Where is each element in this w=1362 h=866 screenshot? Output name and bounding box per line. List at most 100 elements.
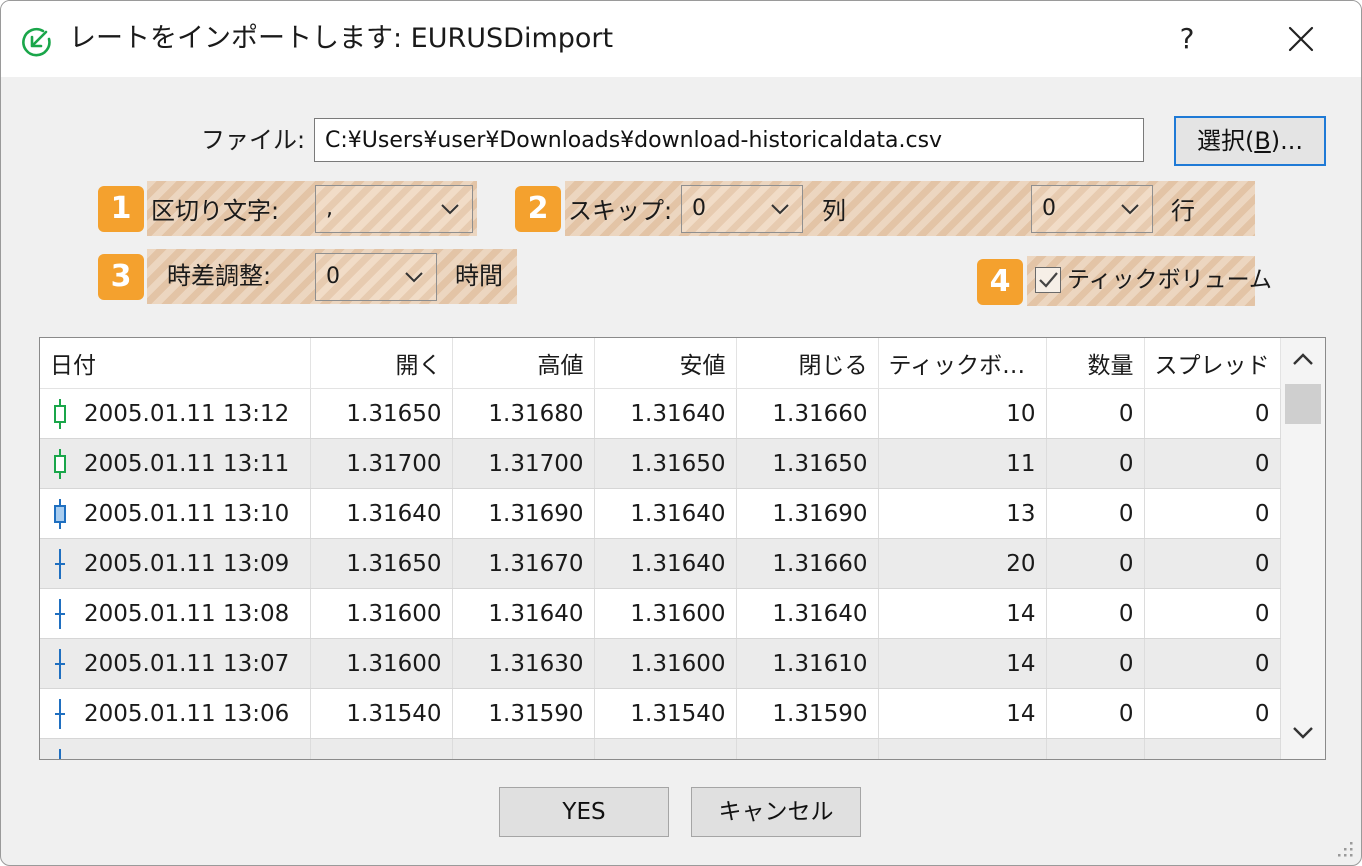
tick-volume-label: ティックボリューム: [1067, 267, 1272, 293]
cancel-button[interactable]: キャンセル: [691, 787, 861, 837]
table-row-partial[interactable]: [40, 738, 1281, 759]
preview-table[interactable]: 日付 開く 高値 安値 閉じる ティックボリ… 数量 スプレッド 2005.01…: [39, 337, 1326, 760]
time-offset-combo[interactable]: 0: [315, 253, 437, 301]
table-row[interactable]: 2005.01.11 13:12 1.31650 1.31680 1.31640…: [40, 388, 1281, 439]
delimiter-label: 区切り文字:: [151, 197, 280, 225]
window-title: レートをインポートします: EURUSDimport: [69, 23, 614, 54]
table-row[interactable]: 2005.01.11 13:09 1.31650 1.31670 1.31640…: [40, 538, 1281, 589]
row-tick-volume: 14: [878, 588, 1047, 639]
badge-3: 3: [98, 254, 144, 300]
row-open: 1.31650: [310, 538, 453, 589]
row-volume: 0: [1046, 538, 1145, 589]
row-spread: 0: [1144, 688, 1281, 739]
row-high: 1.31690: [452, 488, 595, 539]
title-bar: レートをインポートします: EURUSDimport ?: [1, 1, 1361, 77]
row-high: 1.31670: [452, 538, 595, 589]
row-date: 2005.01.11 13:08: [84, 600, 290, 627]
row-close: 1.31590: [736, 688, 879, 739]
row-high: 1.31630: [452, 638, 595, 689]
row-volume: 0: [1046, 488, 1145, 539]
skip-rows-unit: 行: [1171, 197, 1195, 225]
row-spread: 0: [1144, 638, 1281, 689]
preview-grid: 日付 開く 高値 安値 閉じる ティックボリ… 数量 スプレッド 2005.01…: [40, 338, 1281, 759]
delimiter-combo[interactable]: ,: [315, 185, 473, 233]
row-open: 1.31600: [310, 588, 453, 639]
row-tick-volume: 13: [878, 488, 1047, 539]
row-tick-volume: 14: [878, 688, 1047, 739]
table-header-row: 日付 開く 高値 安値 閉じる ティックボリ… 数量 スプレッド: [40, 338, 1281, 389]
chevron-down-icon: [1121, 204, 1139, 215]
browse-label: 選択(: [1196, 127, 1255, 155]
column-header-volume[interactable]: 数量: [1046, 338, 1145, 389]
browse-button[interactable]: 選択(B)...: [1174, 116, 1326, 166]
file-label: ファイル:: [201, 126, 306, 154]
row-low: 1.31600: [594, 638, 737, 689]
close-icon[interactable]: [1281, 19, 1321, 59]
row-close: 1.31610: [736, 638, 879, 689]
yes-button[interactable]: YES: [499, 787, 669, 837]
table-row[interactable]: 2005.01.11 13:06 1.31540 1.31590 1.31540…: [40, 688, 1281, 739]
badge-1: 1: [98, 186, 144, 232]
tick-volume-checkbox[interactable]: [1035, 267, 1061, 293]
row-close: 1.31690: [736, 488, 879, 539]
row-low: 1.31600: [594, 588, 737, 639]
table-row[interactable]: 2005.01.11 13:08 1.31600 1.31640 1.31600…: [40, 588, 1281, 639]
row-volume: 0: [1046, 688, 1145, 739]
green-candle-icon: [54, 448, 66, 479]
row-tick-volume: 10: [878, 388, 1047, 439]
row-high: 1.31590: [452, 688, 595, 739]
row-tick-volume: 20: [878, 538, 1047, 589]
row-open: 1.31700: [310, 438, 453, 489]
doji-icon: [55, 698, 65, 729]
import-rates-dialog: レートをインポートします: EURUSDimport ? ファイル: 選択(B)…: [0, 0, 1362, 866]
row-close: 1.31640: [736, 588, 879, 639]
row-date: 2005.01.11 13:09: [84, 550, 290, 577]
table-row[interactable]: 2005.01.11 13:10 1.31640 1.31690 1.31640…: [40, 488, 1281, 539]
skip-label: スキップ:: [568, 197, 673, 225]
blue-candle-icon: [54, 498, 66, 529]
chevron-down-icon[interactable]: [1291, 724, 1315, 742]
row-high: 1.31640: [452, 588, 595, 639]
row-spread: 0: [1144, 388, 1281, 439]
skip-columns-unit: 列: [822, 197, 846, 225]
badge-4: 4: [977, 259, 1023, 305]
browse-suffix: )...: [1270, 127, 1304, 155]
time-offset-value: 0: [326, 264, 340, 289]
column-header-close[interactable]: 閉じる: [736, 338, 879, 389]
row-spread: 0: [1144, 438, 1281, 489]
row-date: 2005.01.11 13:07: [84, 650, 290, 677]
chevron-down-icon: [405, 272, 423, 283]
table-row[interactable]: 2005.01.11 13:07 1.31600 1.31630 1.31600…: [40, 638, 1281, 689]
vertical-scrollbar[interactable]: [1281, 338, 1325, 759]
scrollbar-thumb[interactable]: [1285, 384, 1321, 424]
doji-icon: [55, 648, 65, 679]
column-header-high[interactable]: 高値: [452, 338, 595, 389]
column-header-date[interactable]: 日付: [40, 338, 311, 389]
skip-columns-value: 0: [692, 196, 706, 221]
row-volume: 0: [1046, 388, 1145, 439]
row-close: 1.31660: [736, 538, 879, 589]
file-path-input[interactable]: [314, 118, 1144, 162]
chevron-up-icon[interactable]: [1291, 350, 1315, 368]
row-low: 1.31640: [594, 488, 737, 539]
row-open: 1.31640: [310, 488, 453, 539]
help-button[interactable]: ?: [1167, 19, 1207, 59]
green-candle-icon: [54, 398, 66, 429]
row-spread: 0: [1144, 538, 1281, 589]
row-date: 2005.01.11 13:12: [84, 400, 290, 427]
column-header-spread[interactable]: スプレッド: [1144, 338, 1281, 389]
skip-rows-combo[interactable]: 0: [1031, 185, 1153, 233]
row-open: 1.31540: [310, 688, 453, 739]
skip-columns-combo[interactable]: 0: [681, 185, 803, 233]
row-date: 2005.01.11 13:11: [84, 450, 290, 477]
delimiter-value: ,: [326, 196, 333, 221]
column-header-low[interactable]: 安値: [594, 338, 737, 389]
column-header-open[interactable]: 開く: [310, 338, 453, 389]
column-header-tick-volume[interactable]: ティックボリ…: [878, 338, 1047, 389]
row-volume: 0: [1046, 438, 1145, 489]
resize-grip-icon[interactable]: [1335, 839, 1355, 859]
row-tick-volume: 14: [878, 638, 1047, 689]
table-row[interactable]: 2005.01.11 13:11 1.31700 1.31700 1.31650…: [40, 438, 1281, 489]
row-open: 1.31600: [310, 638, 453, 689]
row-spread: 0: [1144, 488, 1281, 539]
